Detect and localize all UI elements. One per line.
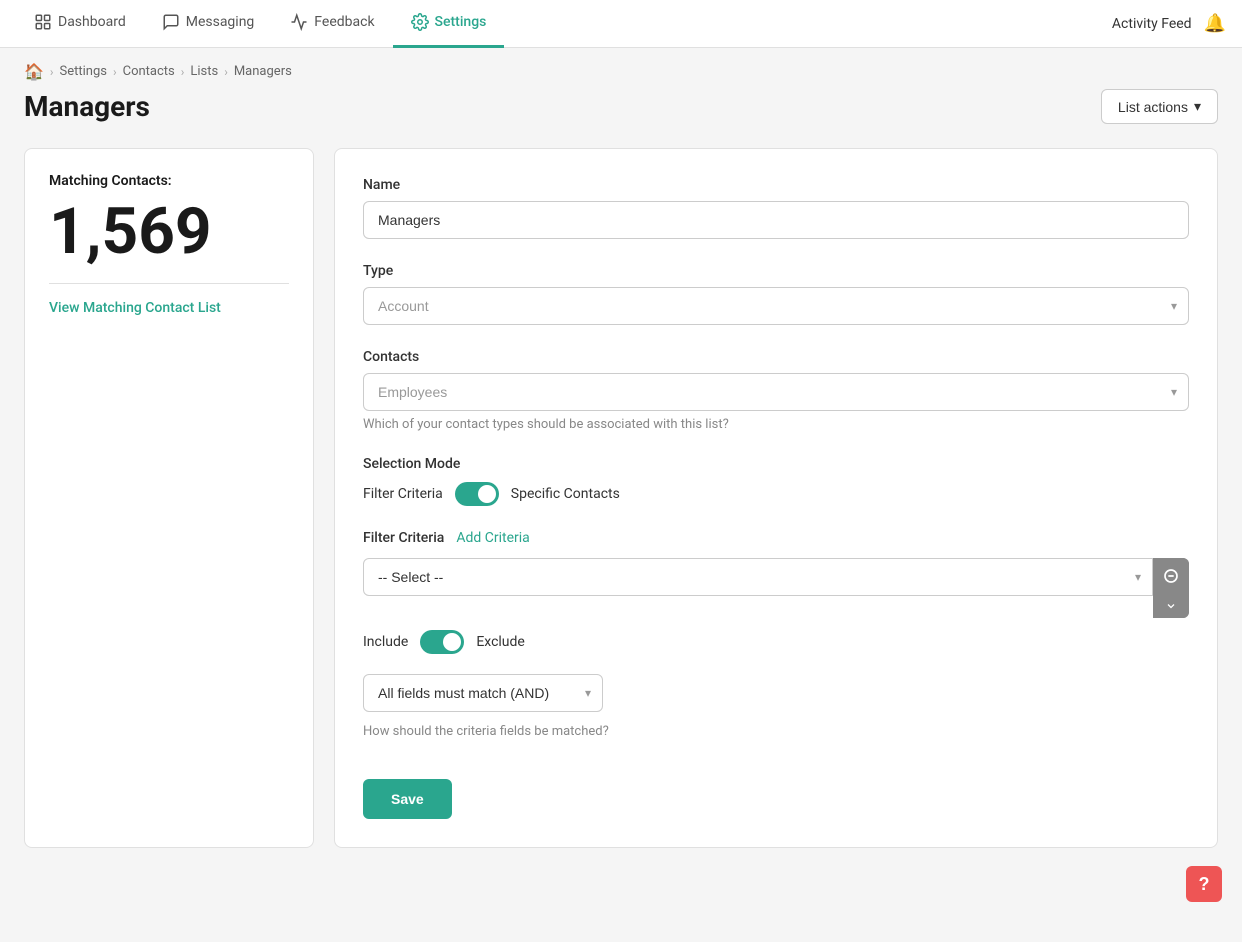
name-input[interactable] xyxy=(363,201,1189,239)
nav-settings-label: Settings xyxy=(435,14,487,30)
remove-criteria-button[interactable] xyxy=(1153,558,1189,594)
selection-mode-toggle-row: Filter Criteria Specific Contacts xyxy=(363,482,1189,506)
add-criteria-link[interactable]: Add Criteria xyxy=(456,530,529,546)
type-label: Type xyxy=(363,263,1189,279)
match-mode-wrap: All fields must match (AND) Any field ca… xyxy=(363,674,603,712)
nav-feedback-label: Feedback xyxy=(314,14,374,30)
breadcrumb-contacts[interactable]: Contacts xyxy=(123,64,175,79)
list-actions-chevron-icon: ▾ xyxy=(1194,98,1201,115)
selection-mode-toggle[interactable] xyxy=(455,482,499,506)
nav-items: Dashboard Messaging Feedback Settings xyxy=(16,0,504,48)
nav-item-feedback[interactable]: Feedback xyxy=(272,0,392,48)
name-label: Name xyxy=(363,177,1189,193)
selection-mode-section: Selection Mode Filter Criteria Specific … xyxy=(363,456,1189,506)
list-actions-label: List actions xyxy=(1118,99,1188,115)
filter-criteria-header: Filter Criteria Add Criteria xyxy=(363,530,1189,546)
contacts-field-group: Contacts Employees Employees ▾ Which of … xyxy=(363,349,1189,432)
bell-icon[interactable]: 🔔 xyxy=(1204,13,1226,34)
list-settings-form: Name Type Account Account ▾ Contacts xyxy=(334,148,1218,848)
list-actions-button[interactable]: List actions ▾ xyxy=(1101,89,1218,124)
breadcrumb-current: Managers xyxy=(234,64,292,79)
matching-count: 1,569 xyxy=(49,197,289,267)
page-title: Managers xyxy=(24,90,150,123)
contacts-hint: Which of your contact types should be as… xyxy=(363,417,1189,432)
dashboard-icon xyxy=(34,13,52,31)
expand-chevron-icon xyxy=(1165,600,1177,612)
breadcrumb: 🏠 › Settings › Contacts › Lists › Manage… xyxy=(0,48,1242,89)
view-matching-link[interactable]: View Matching Contact List xyxy=(49,300,221,316)
home-icon[interactable]: 🏠 xyxy=(24,62,44,81)
exclude-label: Exclude xyxy=(476,634,525,650)
filter-criteria-toggle-label: Filter Criteria xyxy=(363,486,443,502)
nav-messaging-label: Messaging xyxy=(186,14,255,30)
nav-item-messaging[interactable]: Messaging xyxy=(144,0,273,48)
feedback-icon xyxy=(290,13,308,31)
match-mode-select[interactable]: All fields must match (AND) Any field ca… xyxy=(363,674,603,712)
filter-criteria-row: -- Select -- ▾ xyxy=(363,558,1189,618)
settings-icon xyxy=(411,13,429,31)
nav-item-dashboard[interactable]: Dashboard xyxy=(16,0,144,48)
include-exclude-row: Include Exclude xyxy=(363,630,1189,654)
selection-mode-label: Selection Mode xyxy=(363,456,1189,472)
matching-contacts-card: Matching Contacts: 1,569 View Matching C… xyxy=(24,148,314,848)
main-content: Matching Contacts: 1,569 View Matching C… xyxy=(24,148,1218,848)
matching-label: Matching Contacts: xyxy=(49,173,289,189)
contacts-select-wrap: Employees Employees ▾ xyxy=(363,373,1189,411)
nav-item-settings[interactable]: Settings xyxy=(393,0,505,48)
filter-select-wrap: -- Select -- ▾ xyxy=(363,558,1153,596)
nav-dashboard-label: Dashboard xyxy=(58,14,126,30)
type-select[interactable]: Account Account xyxy=(363,287,1189,325)
filter-criteria-label: Filter Criteria xyxy=(363,530,444,546)
activity-feed-link[interactable]: Activity Feed xyxy=(1112,16,1192,32)
filter-action-col xyxy=(1153,558,1189,618)
specific-contacts-toggle-label: Specific Contacts xyxy=(511,486,620,502)
card-divider xyxy=(49,283,289,284)
include-toggle-knob xyxy=(443,633,461,651)
minus-icon xyxy=(1163,568,1179,584)
contacts-select[interactable]: Employees Employees xyxy=(363,373,1189,411)
nav-right: Activity Feed 🔔 xyxy=(1112,13,1226,34)
filter-criteria-section: Filter Criteria Add Criteria -- Select -… xyxy=(363,530,1189,739)
match-mode-hint: How should the criteria fields be matche… xyxy=(363,724,1189,739)
type-field-group: Type Account Account ▾ xyxy=(363,263,1189,325)
filter-criteria-select[interactable]: -- Select -- xyxy=(363,558,1153,596)
page-content: Managers List actions ▾ Matching Contact… xyxy=(0,89,1242,872)
top-navigation: Dashboard Messaging Feedback Settings Ac… xyxy=(0,0,1242,48)
toggle-knob xyxy=(478,485,496,503)
messaging-icon xyxy=(162,13,180,31)
include-exclude-toggle[interactable] xyxy=(420,630,464,654)
name-field-group: Name xyxy=(363,177,1189,239)
type-select-wrap: Account Account ▾ xyxy=(363,287,1189,325)
save-button[interactable]: Save xyxy=(363,779,452,819)
breadcrumb-lists[interactable]: Lists xyxy=(190,64,218,79)
include-label: Include xyxy=(363,634,408,650)
contacts-label: Contacts xyxy=(363,349,1189,365)
breadcrumb-settings[interactable]: Settings xyxy=(60,64,107,79)
page-header: Managers List actions ▾ xyxy=(24,89,1218,124)
help-button[interactable]: ? xyxy=(1186,866,1222,902)
criteria-expand-button[interactable] xyxy=(1153,594,1189,618)
